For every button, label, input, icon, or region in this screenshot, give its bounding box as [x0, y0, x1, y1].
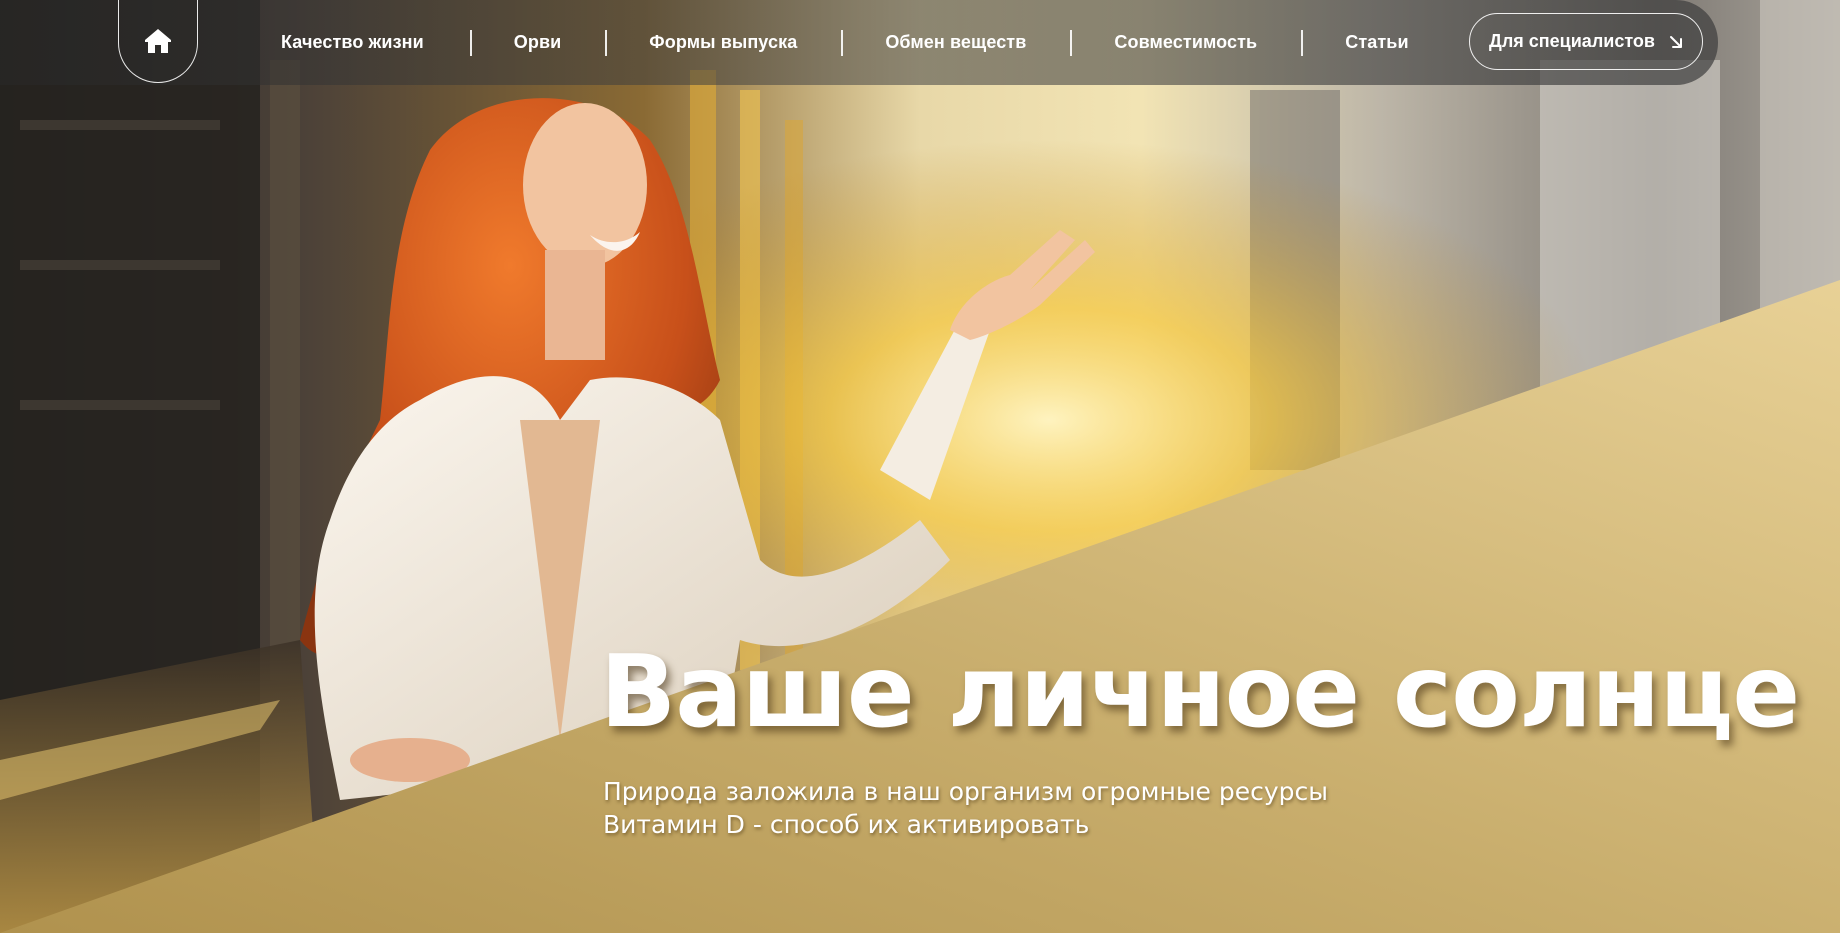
nav-separator: [841, 29, 844, 56]
home-icon: [145, 29, 171, 53]
hero-subtitle-line-1: Природа заложила в наш организм огромные…: [603, 777, 1329, 806]
nav-item-sovmestimost[interactable]: Совместимость: [1114, 32, 1257, 53]
nav-item-stati[interactable]: Статьи: [1345, 32, 1408, 53]
main-menu: Качество жизни Орви Формы выпуска Обмен …: [250, 0, 1409, 85]
for-specialists-label: Для специалистов: [1489, 31, 1655, 51]
hero-section: Качество жизни Орви Формы выпуска Обмен …: [0, 0, 1840, 933]
nav-separator: [469, 29, 472, 56]
nav-item-orvi[interactable]: Орви: [514, 32, 562, 53]
home-button[interactable]: [118, 0, 198, 83]
hero-title: Ваше личное солнце: [600, 633, 1800, 750]
top-navigation-bar: Качество жизни Орви Формы выпуска Обмен …: [0, 0, 1718, 85]
nav-separator: [1301, 29, 1304, 56]
hero-subtitle: Природа заложила в наш организм огромные…: [603, 775, 1328, 841]
nav-item-obmen-veshchestv[interactable]: Обмен веществ: [885, 32, 1026, 53]
arrow-down-right-icon: [1669, 35, 1682, 48]
nav-item-kachestvo-zhizni[interactable]: Качество жизни: [281, 32, 424, 53]
for-specialists-button[interactable]: Для специалистов: [1469, 13, 1703, 70]
nav-item-formy-vypuska[interactable]: Формы выпуска: [649, 32, 797, 53]
hero-subtitle-line-2: Витамин D - способ их активировать: [603, 810, 1090, 839]
nav-separator: [1070, 29, 1073, 56]
nav-separator: [605, 29, 608, 56]
